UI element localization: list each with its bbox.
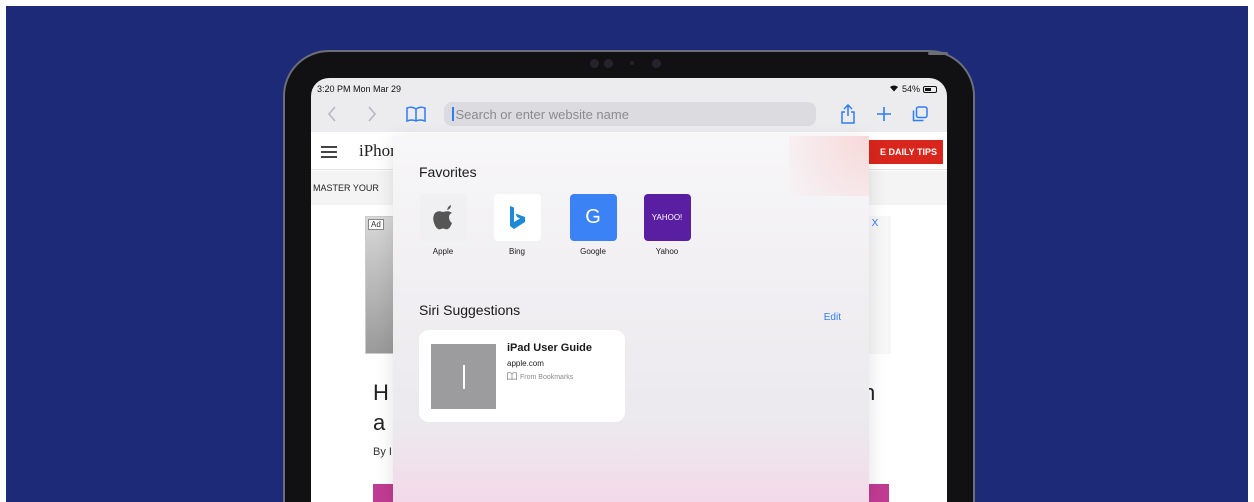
favorite-bing[interactable]: Bing <box>487 194 547 256</box>
share-icon[interactable] <box>835 102 861 126</box>
siri-suggestions-title: Siri Suggestions <box>419 302 521 318</box>
back-icon[interactable] <box>319 102 345 126</box>
suggestion-domain: apple.com <box>507 359 544 368</box>
battery-percent: 54% <box>901 84 920 94</box>
text-cursor <box>452 107 454 121</box>
favorite-label: Bing <box>508 247 525 256</box>
forward-icon[interactable] <box>359 102 385 126</box>
suggestion-thumbnail <box>431 344 496 409</box>
page-left-border <box>0 0 6 502</box>
status-time: 3:20 PM Mon Mar 29 <box>317 84 402 94</box>
status-indicators: 54% <box>889 84 937 94</box>
battery-icon <box>923 85 937 93</box>
google-icon: G <box>569 194 617 241</box>
menu-icon[interactable] <box>321 146 337 158</box>
wifi-icon <box>889 84 899 94</box>
favorites-title: Favorites <box>419 164 477 180</box>
edit-suggestions-button[interactable]: Edit <box>824 312 841 323</box>
favorite-google[interactable]: G Google <box>563 194 623 256</box>
favorite-label: Apple <box>432 247 454 256</box>
headline-fragment-left-2: a <box>373 410 386 435</box>
thumbnail-glyph <box>462 364 465 389</box>
page-right-border <box>1248 0 1254 502</box>
status-bar: 3:20 PM Mon Mar 29 54% <box>311 78 947 98</box>
headline-fragment-left: H <box>373 380 389 405</box>
suggestion-source-text: From Bookmarks <box>520 373 574 381</box>
page-top-border <box>0 0 1254 6</box>
favorites-popover: Favorites Apple Bing G Google YAHOO! Yah… <box>393 136 869 502</box>
suggestion-title: iPad User Guide <box>507 342 592 354</box>
apple-icon <box>419 194 467 241</box>
bookmarks-icon[interactable] <box>403 102 429 126</box>
article-byline: By I <box>373 446 392 458</box>
subnav-text[interactable]: MASTER YOUR <box>313 183 379 193</box>
suggestion-source: From Bookmarks <box>507 372 573 382</box>
yahoo-icon: YAHOO! <box>643 194 691 241</box>
daily-tips-button[interactable]: E DAILY TIPS <box>867 140 943 164</box>
address-input[interactable] <box>455 106 796 122</box>
favorite-apple[interactable]: Apple <box>413 194 473 256</box>
favorite-label: Google <box>580 247 606 256</box>
ipad-camera <box>590 58 664 70</box>
ad-label: Ad <box>368 219 384 230</box>
tabs-overview-icon[interactable] <box>907 102 933 126</box>
new-tab-icon[interactable] <box>871 102 897 126</box>
bing-icon <box>493 194 541 241</box>
ipad-side-button <box>928 52 948 55</box>
popover-glow <box>789 136 869 196</box>
suggestion-card[interactable]: iPad User Guide apple.com From Bookmarks <box>419 330 625 422</box>
address-bar[interactable] <box>444 102 816 126</box>
favorite-yahoo[interactable]: YAHOO! Yahoo <box>637 194 697 256</box>
book-icon <box>507 372 517 382</box>
safari-toolbar <box>311 98 947 132</box>
favorite-label: Yahoo <box>655 247 679 256</box>
ipad-screen: 3:20 PM Mon Mar 29 54% Search or enter w… <box>311 78 947 502</box>
